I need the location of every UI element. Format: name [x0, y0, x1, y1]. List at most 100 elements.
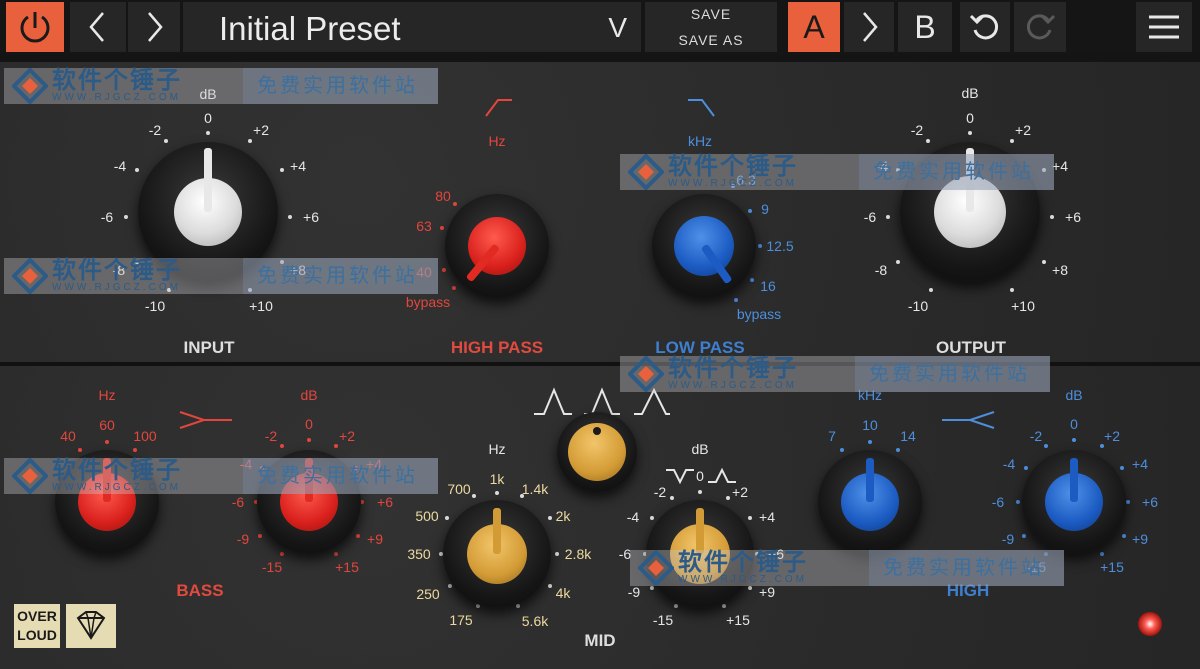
mid-gain-scale-label: +2	[732, 484, 748, 500]
low-pass-unit: kHz	[687, 133, 713, 149]
bass-gain-scale-label: -2	[264, 428, 278, 444]
watermark-text: 软件个锤子 WWW.RJGCZ.COM	[668, 357, 798, 391]
watermark-slogan: 免费实用软件站	[869, 550, 1064, 586]
output-scale-label: +10	[1011, 298, 1035, 314]
scale-dot	[748, 209, 752, 213]
mid-freq-knob[interactable]	[443, 500, 551, 608]
high-pass-scale-label: 80	[435, 188, 451, 204]
mid-freq-scale-label: 250	[416, 586, 440, 602]
mid-gain-scale-label: -4	[626, 509, 640, 525]
output-scale-label: +2	[1015, 122, 1031, 138]
bass-gain-scale-label: -9	[236, 531, 250, 547]
redo-button[interactable]	[1014, 2, 1066, 52]
low-pass-scale-label: 9	[761, 201, 769, 217]
input-scale-label: +6	[303, 209, 319, 225]
mid-gain-scale-label: +4	[759, 509, 775, 525]
mid-freq-scale-label: 2k	[555, 508, 571, 524]
high-freq-knob[interactable]	[818, 450, 922, 554]
watermark-text: 软件个锤子 WWW.RJGCZ.COM	[668, 155, 798, 189]
mid-freq-scale-label: 2.8k	[564, 546, 592, 562]
scale-dot	[334, 552, 338, 556]
low-pass-shape-icon	[688, 99, 715, 117]
watermark-overlay: 软件个锤子 WWW.RJGCZ.COM 免费实用软件站	[620, 154, 1054, 190]
mid-gain-scale-label: -15	[652, 612, 674, 628]
watermark-logo-icon	[12, 458, 48, 494]
high-freq-scale-label: 14	[900, 428, 916, 444]
low-pass-knob[interactable]	[652, 194, 756, 298]
high-pass-knob[interactable]	[445, 194, 549, 298]
high-gain-scale-label: 0	[1070, 416, 1078, 432]
diamond-logo	[66, 604, 116, 648]
high-freq-scale-label: 7	[828, 428, 836, 444]
knob-pointer	[1070, 458, 1078, 502]
bass-label: BASS	[176, 581, 224, 600]
scale-dot	[520, 494, 524, 498]
watermark-overlay: 软件个锤子 WWW.RJGCZ.COM 免费实用软件站	[4, 68, 438, 104]
save-button[interactable]: SAVE	[691, 1, 731, 27]
scale-dot	[726, 496, 730, 500]
scale-dot	[1010, 288, 1014, 292]
mid-gain-scale-label: -2	[653, 484, 667, 500]
high-gain-scale-label: +15	[1100, 559, 1124, 575]
ab-copy-button[interactable]	[844, 2, 894, 52]
low-pass-scale-label: bypass	[736, 306, 782, 322]
low-pass-scale-label: 16	[760, 278, 776, 294]
scale-dot	[929, 288, 933, 292]
scale-dot	[442, 268, 446, 272]
scale-dot	[164, 139, 168, 143]
high-gain-scale-label: +2	[1104, 428, 1120, 444]
power-button[interactable]	[6, 2, 64, 52]
watermark-name: 软件个锤子	[52, 257, 182, 284]
save-as-button[interactable]: SAVE AS	[678, 27, 743, 53]
scale-dot	[1100, 552, 1104, 556]
watermark-name: 软件个锤子	[668, 153, 798, 180]
watermark-name: 软件个锤子	[668, 355, 798, 382]
chevron-right-icon	[863, 12, 878, 42]
high-gain-knob[interactable]	[1022, 450, 1126, 554]
scale-dot	[722, 604, 726, 608]
menu-button[interactable]	[1136, 2, 1192, 52]
watermark-url: WWW.RJGCZ.COM	[52, 282, 181, 293]
prev-preset-button[interactable]	[70, 2, 126, 52]
input-scale-label: +2	[253, 122, 269, 138]
mid-gain-scale-label: 0	[696, 468, 704, 484]
scale-dot	[1120, 466, 1124, 470]
bass-gain-scale-label: +2	[339, 428, 355, 444]
preset-dropdown-arrow: V	[608, 12, 627, 43]
undo-button[interactable]	[960, 2, 1010, 52]
ab-a-button[interactable]: A	[788, 2, 840, 52]
scale-dot	[334, 444, 338, 448]
output-label: OUTPUT	[936, 338, 1006, 357]
scale-dot	[968, 131, 972, 135]
chevron-right-icon	[148, 12, 163, 42]
scale-dot	[445, 516, 449, 520]
mid-gain-unit: dB	[691, 441, 709, 457]
mid-q-knob[interactable]	[557, 412, 637, 492]
scale-dot	[280, 552, 284, 556]
watermark-slogan: 免费实用软件站	[855, 356, 1050, 392]
scale-dot	[516, 604, 520, 608]
scale-dot	[1022, 534, 1026, 538]
scale-dot	[548, 516, 552, 520]
knob-pointer	[493, 508, 501, 554]
scale-dot	[1126, 500, 1130, 504]
scale-dot	[440, 226, 444, 230]
scale-dot	[1044, 444, 1048, 448]
scale-dot	[135, 168, 139, 172]
watermark-logo-icon	[12, 258, 48, 294]
preset-selector[interactable]: Initial Preset V	[183, 2, 641, 52]
bass-gain-scale-label: 0	[305, 416, 313, 432]
bass-gain-scale-label: -15	[261, 559, 283, 575]
scale-dot	[840, 448, 844, 452]
output-unit-db: dB	[961, 85, 979, 101]
bass-freq-scale-label: 40	[60, 428, 76, 444]
scale-dot	[1042, 260, 1046, 264]
input-scale-label: +10	[249, 298, 273, 314]
watermark-logo-icon	[12, 68, 48, 104]
ab-b-button[interactable]: B	[898, 2, 952, 52]
high-gain-scale-label: -6	[991, 494, 1005, 510]
scale-dot	[78, 448, 82, 452]
watermark-slogan: 免费实用软件站	[243, 258, 438, 294]
brand-line1: OVER	[17, 608, 57, 624]
next-preset-button[interactable]	[128, 2, 180, 52]
